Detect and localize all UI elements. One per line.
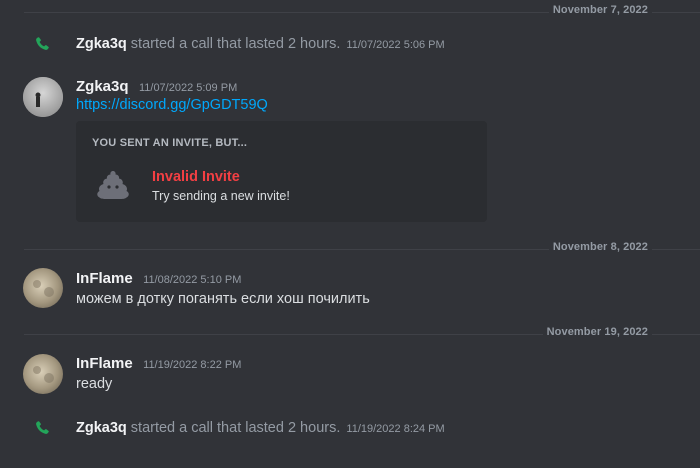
call-system-message: Zgka3q started a call that lasted 2 hour… <box>0 33 700 55</box>
message-content: можем в дотку поганять если хош почилить <box>76 291 370 307</box>
date-label: November 7, 2022 <box>548 4 652 16</box>
message-header: Zgka3q 11/07/2022 5:09 PM <box>76 78 237 96</box>
timestamp: 11/19/2022 8:22 PM <box>143 359 242 371</box>
invalid-invite-icon <box>97 171 129 199</box>
date-label: November 8, 2022 <box>548 241 652 253</box>
invite-embed: YOU SENT AN INVITE, BUT... Invalid Invit… <box>76 121 487 222</box>
invite-link[interactable]: https://discord.gg/GpGDT59Q <box>76 97 268 113</box>
avatar[interactable] <box>23 77 63 117</box>
message-header: InFlame 11/19/2022 8:22 PM <box>76 355 241 373</box>
username[interactable]: InFlame <box>76 355 133 372</box>
timestamp: 11/07/2022 5:09 PM <box>138 82 238 94</box>
call-text: Zgka3q started a call that lasted 2 hour… <box>76 420 445 436</box>
phone-icon <box>36 37 49 50</box>
date-label: November 19, 2022 <box>542 326 652 338</box>
call-system-message: Zgka3q started a call that lasted 2 hour… <box>0 417 700 439</box>
message-content: https://discord.gg/GpGDT59Q <box>76 97 268 113</box>
username[interactable]: Zgka3q <box>76 78 129 95</box>
date-divider: November 7, 2022 <box>24 4 700 16</box>
avatar[interactable] <box>23 354 63 394</box>
date-divider: November 8, 2022 <box>24 241 700 253</box>
invite-subtitle: Try sending a new invite! <box>152 189 290 203</box>
call-text: Zgka3q started a call that lasted 2 hour… <box>76 36 445 52</box>
invite-title: Invalid Invite <box>152 169 240 185</box>
message-content: ready <box>76 376 113 392</box>
username[interactable]: InFlame <box>76 270 133 287</box>
timestamp: 11/19/2022 8:24 PM <box>346 423 445 435</box>
phone-icon <box>36 421 49 434</box>
invite-header: YOU SENT AN INVITE, BUT... <box>92 137 248 149</box>
date-divider: November 19, 2022 <box>24 326 700 338</box>
call-username[interactable]: Zgka3q <box>76 420 127 436</box>
timestamp: 11/07/2022 5:06 PM <box>346 39 445 51</box>
message-header: InFlame 11/08/2022 5:10 PM <box>76 270 241 288</box>
avatar[interactable] <box>23 268 63 308</box>
call-username[interactable]: Zgka3q <box>76 36 127 52</box>
timestamp: 11/08/2022 5:10 PM <box>143 274 242 286</box>
